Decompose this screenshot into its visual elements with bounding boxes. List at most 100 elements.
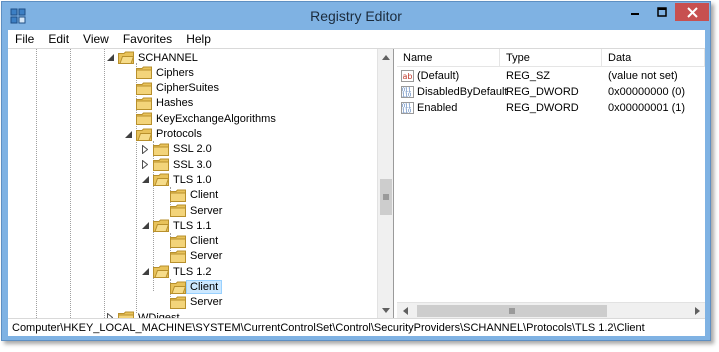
tree-node-wdigest[interactable]: WDigest — [105, 310, 180, 318]
tree-node-label: SSL 2.0 — [173, 143, 212, 156]
collapse-arrow-icon[interactable] — [140, 221, 150, 231]
folder-icon — [170, 250, 186, 263]
scroll-down-button[interactable] — [378, 302, 393, 318]
menu-favorites[interactable]: Favorites — [116, 32, 179, 46]
tree-node-client[interactable]: Client — [157, 280, 223, 295]
column-header-type[interactable]: Type — [500, 49, 602, 67]
folder-icon — [153, 143, 169, 156]
tree-node-client[interactable]: Client — [157, 234, 218, 249]
tree-node-label: TLS 1.1 — [173, 219, 212, 232]
tree-node-ciphersuites[interactable]: CipherSuites — [123, 81, 219, 96]
folder-icon — [153, 158, 169, 172]
scroll-thumb[interactable] — [417, 305, 607, 317]
tree-node-server[interactable]: Server — [157, 295, 222, 310]
value-row[interactable]: 011 110 DisabledByDefault REG_DWORD 0x000000… — [397, 84, 705, 100]
tree-node-server[interactable]: Server — [157, 203, 222, 218]
values-list-pane[interactable]: Name Type Data ab (Default) REG_SZ (value n… — [397, 49, 705, 318]
tree-node-hashes[interactable]: Hashes — [123, 96, 193, 111]
tree-node-tls-1-2[interactable]: TLS 1.2 — [140, 264, 212, 279]
close-button[interactable] — [675, 3, 709, 21]
tree-node-schannel[interactable]: SCHANNEL — [105, 50, 198, 65]
tree-vertical-scrollbar[interactable] — [377, 49, 393, 318]
value-type: REG_SZ — [506, 70, 551, 82]
value-name: Enabled — [417, 102, 458, 114]
scroll-right-icon — [694, 307, 700, 315]
menu-view[interactable]: View — [76, 32, 116, 46]
tree-node-label: TLS 1.0 — [173, 173, 212, 186]
values-horizontal-scrollbar[interactable] — [397, 302, 705, 318]
scroll-up-button[interactable] — [378, 49, 393, 65]
tree-guide-line — [36, 49, 37, 318]
value-row[interactable]: 011 110 Enabled REG_DWORD 0x00000001 (1) — [397, 100, 705, 116]
window-title: Registry Editor — [310, 8, 402, 24]
value-type: REG_DWORD — [506, 86, 579, 98]
tree-node-ssl-3-0[interactable]: SSL 3.0 — [140, 157, 212, 172]
collapse-arrow-icon[interactable] — [140, 267, 150, 277]
tree-node-protocols[interactable]: Protocols — [123, 127, 202, 142]
menu-help[interactable]: Help — [179, 32, 218, 46]
tree-node-ssl-2-0[interactable]: SSL 2.0 — [140, 142, 212, 157]
folder-icon — [153, 219, 170, 233]
expand-arrow-icon[interactable] — [140, 160, 150, 170]
values-list-header: Name Type Data — [397, 49, 705, 67]
tree-node-server[interactable]: Server — [157, 249, 222, 264]
key-tree-pane[interactable]: SCHANNEL Ciphers CipherSuites Hashes KeyExch… — [8, 49, 394, 318]
status-bar: Computer\HKEY_LOCAL_MACHINE\SYSTEM\Curre… — [8, 318, 705, 336]
scroll-up-icon — [382, 54, 390, 60]
folder-icon — [118, 311, 134, 318]
scroll-thumb[interactable] — [380, 179, 392, 215]
maximize-icon — [656, 7, 667, 17]
scroll-right-button[interactable] — [689, 303, 705, 318]
minimize-button[interactable] — [621, 3, 648, 21]
tree-node-keyexchangealgorithms[interactable]: KeyExchangeAlgorithms — [123, 111, 276, 126]
scroll-down-icon — [382, 307, 390, 313]
tree-node-client[interactable]: Client — [157, 188, 218, 203]
client-area: SCHANNEL Ciphers CipherSuites Hashes KeyExch… — [8, 48, 705, 318]
tree-node-label: SSL 3.0 — [173, 158, 212, 171]
tree-node-label: CipherSuites — [156, 82, 219, 95]
collapse-arrow-icon[interactable] — [140, 175, 150, 185]
tree-node-label: Server — [190, 204, 223, 217]
menu-edit[interactable]: Edit — [41, 32, 76, 46]
collapse-arrow-icon[interactable] — [105, 53, 115, 63]
expand-arrow-icon[interactable] — [140, 144, 150, 154]
binary-value-icon: 011 110 — [401, 102, 414, 115]
scroll-left-icon — [402, 307, 408, 315]
maximize-button[interactable] — [648, 3, 675, 21]
folder-icon — [136, 112, 152, 126]
tree-node-ciphers[interactable]: Ciphers — [123, 65, 194, 80]
tree-node-label: Client — [190, 235, 219, 248]
folder-icon — [136, 82, 152, 95]
folder-icon — [170, 235, 186, 248]
tree-node-tls-1-1[interactable]: TLS 1.1 — [140, 218, 212, 233]
string-value-icon: ab — [401, 70, 414, 82]
column-header-name[interactable]: Name — [397, 49, 500, 67]
tree-node-label: SCHANNEL — [138, 51, 198, 64]
menu-file[interactable]: File — [8, 32, 41, 46]
folder-icon — [170, 281, 187, 294]
title-bar[interactable]: Registry Editor — [2, 2, 710, 30]
value-row[interactable]: ab (Default) REG_SZ (value not set) — [397, 68, 705, 84]
scroll-left-button[interactable] — [397, 303, 413, 318]
svg-text:110: 110 — [402, 93, 411, 99]
status-key-path: Computer\HKEY_LOCAL_MACHINE\SYSTEM\Curre… — [12, 321, 645, 334]
tree-node-label: Server — [190, 296, 223, 309]
value-name: DisabledByDefault — [417, 86, 508, 98]
tree-node-label: Server — [190, 250, 223, 263]
column-header-data[interactable]: Data — [602, 49, 705, 67]
tree-node-label: Ciphers — [156, 66, 194, 79]
svg-text:110: 110 — [402, 109, 411, 115]
collapse-arrow-icon[interactable] — [123, 129, 133, 139]
menu-bar: File Edit View Favorites Help — [8, 30, 705, 48]
folder-icon — [170, 296, 186, 309]
tree-node-tls-1-0[interactable]: TLS 1.0 — [140, 172, 212, 187]
grip-icon — [509, 308, 515, 314]
folder-icon — [136, 66, 152, 80]
folder-icon — [118, 51, 135, 64]
